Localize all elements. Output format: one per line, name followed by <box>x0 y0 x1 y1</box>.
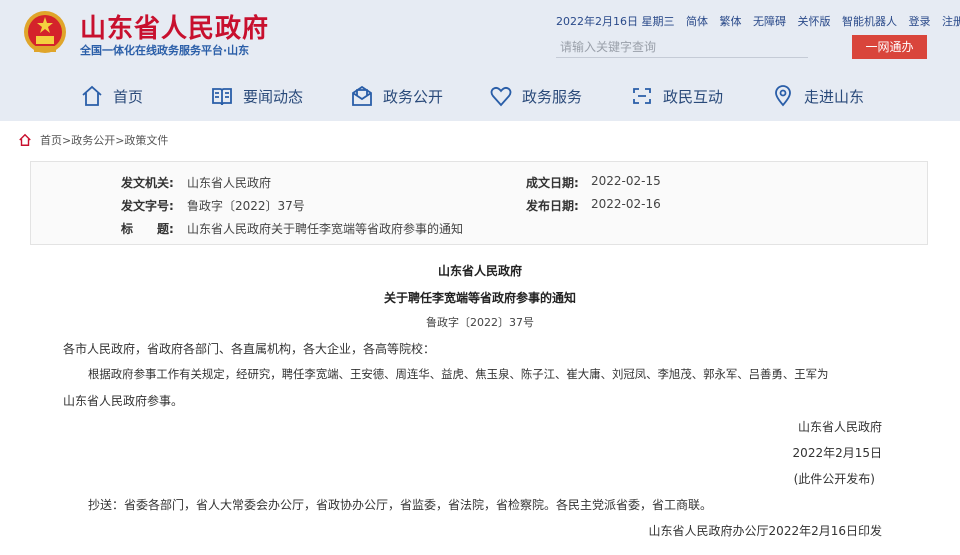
heart-icon <box>490 86 512 107</box>
print-footer: 山东省人民政府办公厅2022年2月16日印发 <box>648 524 882 538</box>
mail-icon <box>352 85 372 106</box>
document-org: 山东省人民政府 <box>437 264 522 278</box>
date-text: 2022年2月16日 星期三 <box>556 15 675 28</box>
main-nav: 首页 要闻动态 政务公开 政务服务 政民互动 走进山东 <box>0 75 960 117</box>
nav-shandong[interactable]: 走进山东 <box>771 81 864 111</box>
search-input[interactable] <box>556 36 808 58</box>
created-date-label: 成文日期: <box>526 176 579 190</box>
site-subtitle: 全国一体化在线政务服务平台·山东 <box>80 44 250 57</box>
nav-home[interactable]: 首页 <box>80 81 143 111</box>
traditional-link[interactable]: 繁体 <box>720 15 742 28</box>
title-label: 标 题: <box>121 222 174 236</box>
simplified-link[interactable]: 简体 <box>686 15 708 28</box>
home-icon <box>19 133 31 146</box>
nav-interaction-label: 政民互动 <box>663 87 724 106</box>
issuer-label: 发文机关: <box>121 176 174 190</box>
issuer-value: 山东省人民政府 <box>187 176 272 190</box>
document-number: 鲁政字〔2022〕37号 <box>426 316 534 329</box>
register-link[interactable]: 注册 <box>942 15 960 28</box>
home-icon <box>82 85 102 106</box>
top-links: 2022年2月16日 星期三 简体 繁体 无障碍 关怀版 智能机器人 登录 注册 <box>556 13 960 29</box>
elder-mode-link[interactable]: 关怀版 <box>798 15 831 28</box>
accessibility-link[interactable]: 无障碍 <box>753 15 786 28</box>
breadcrumb: 首页>政务公开>政策文件 <box>18 132 168 148</box>
nav-services-label: 政务服务 <box>522 87 583 106</box>
published-date-label: 发布日期: <box>526 199 579 213</box>
breadcrumb-text[interactable]: 首页>政务公开>政策文件 <box>40 132 168 148</box>
nav-open-gov-label: 政务公开 <box>383 87 444 106</box>
body-paragraph-cont: 山东省人民政府参事。 <box>63 394 184 408</box>
site-title[interactable]: 山东省人民政府 <box>80 8 269 45</box>
news-icon <box>212 88 232 106</box>
nav-home-label: 首页 <box>113 87 144 106</box>
title-value: 山东省人民政府关于聘任李宽端等省政府参事的通知 <box>187 222 464 236</box>
interact-icon <box>633 88 651 104</box>
nav-services[interactable]: 政务服务 <box>489 81 582 111</box>
nav-interaction[interactable]: 政民互动 <box>630 81 723 111</box>
doc-number-label: 发文字号: <box>121 199 174 213</box>
nav-news[interactable]: 要闻动态 <box>210 81 303 111</box>
location-icon <box>775 85 791 107</box>
signature-date: 2022年2月15日 <box>792 446 882 460</box>
published-date-value: 2022-02-16 <box>591 197 661 211</box>
robot-link[interactable]: 智能机器人 <box>842 15 897 28</box>
national-emblem-icon <box>24 11 66 53</box>
doc-number-value: 鲁政字〔2022〕37号 <box>187 199 305 213</box>
nav-shandong-label: 走进山东 <box>804 87 865 106</box>
public-note: (此件公开发布) <box>793 472 875 486</box>
one-network-button[interactable]: 一网通办 <box>852 35 927 59</box>
header: 山东省人民政府 全国一体化在线政务服务平台·山东 2022年2月16日 星期三 … <box>0 0 960 121</box>
signature-org: 山东省人民政府 <box>797 420 882 434</box>
body-paragraph: 根据政府参事工作有关规定，经研究，聘任李宽端、王安德、周连华、益虎、焦玉泉、陈子… <box>88 367 829 381</box>
salutation: 各市人民政府，省政府各部门、各直属机构，各大企业，各高等院校： <box>63 342 436 356</box>
cc-list: 抄送：省委各部门，省人大常委会办公厅，省政协办公厅，省监委，省法院，省检察院。各… <box>88 498 713 512</box>
login-link[interactable]: 登录 <box>909 15 931 28</box>
document-title: 关于聘任李宽端等省政府参事的通知 <box>383 291 576 305</box>
created-date-value: 2022-02-15 <box>591 174 661 188</box>
nav-open-gov[interactable]: 政务公开 <box>350 81 443 111</box>
nav-news-label: 要闻动态 <box>243 87 304 106</box>
document-meta: 发文机关: 山东省人民政府 发文字号: 鲁政字〔2022〕37号 标 题: 山东… <box>30 161 928 245</box>
